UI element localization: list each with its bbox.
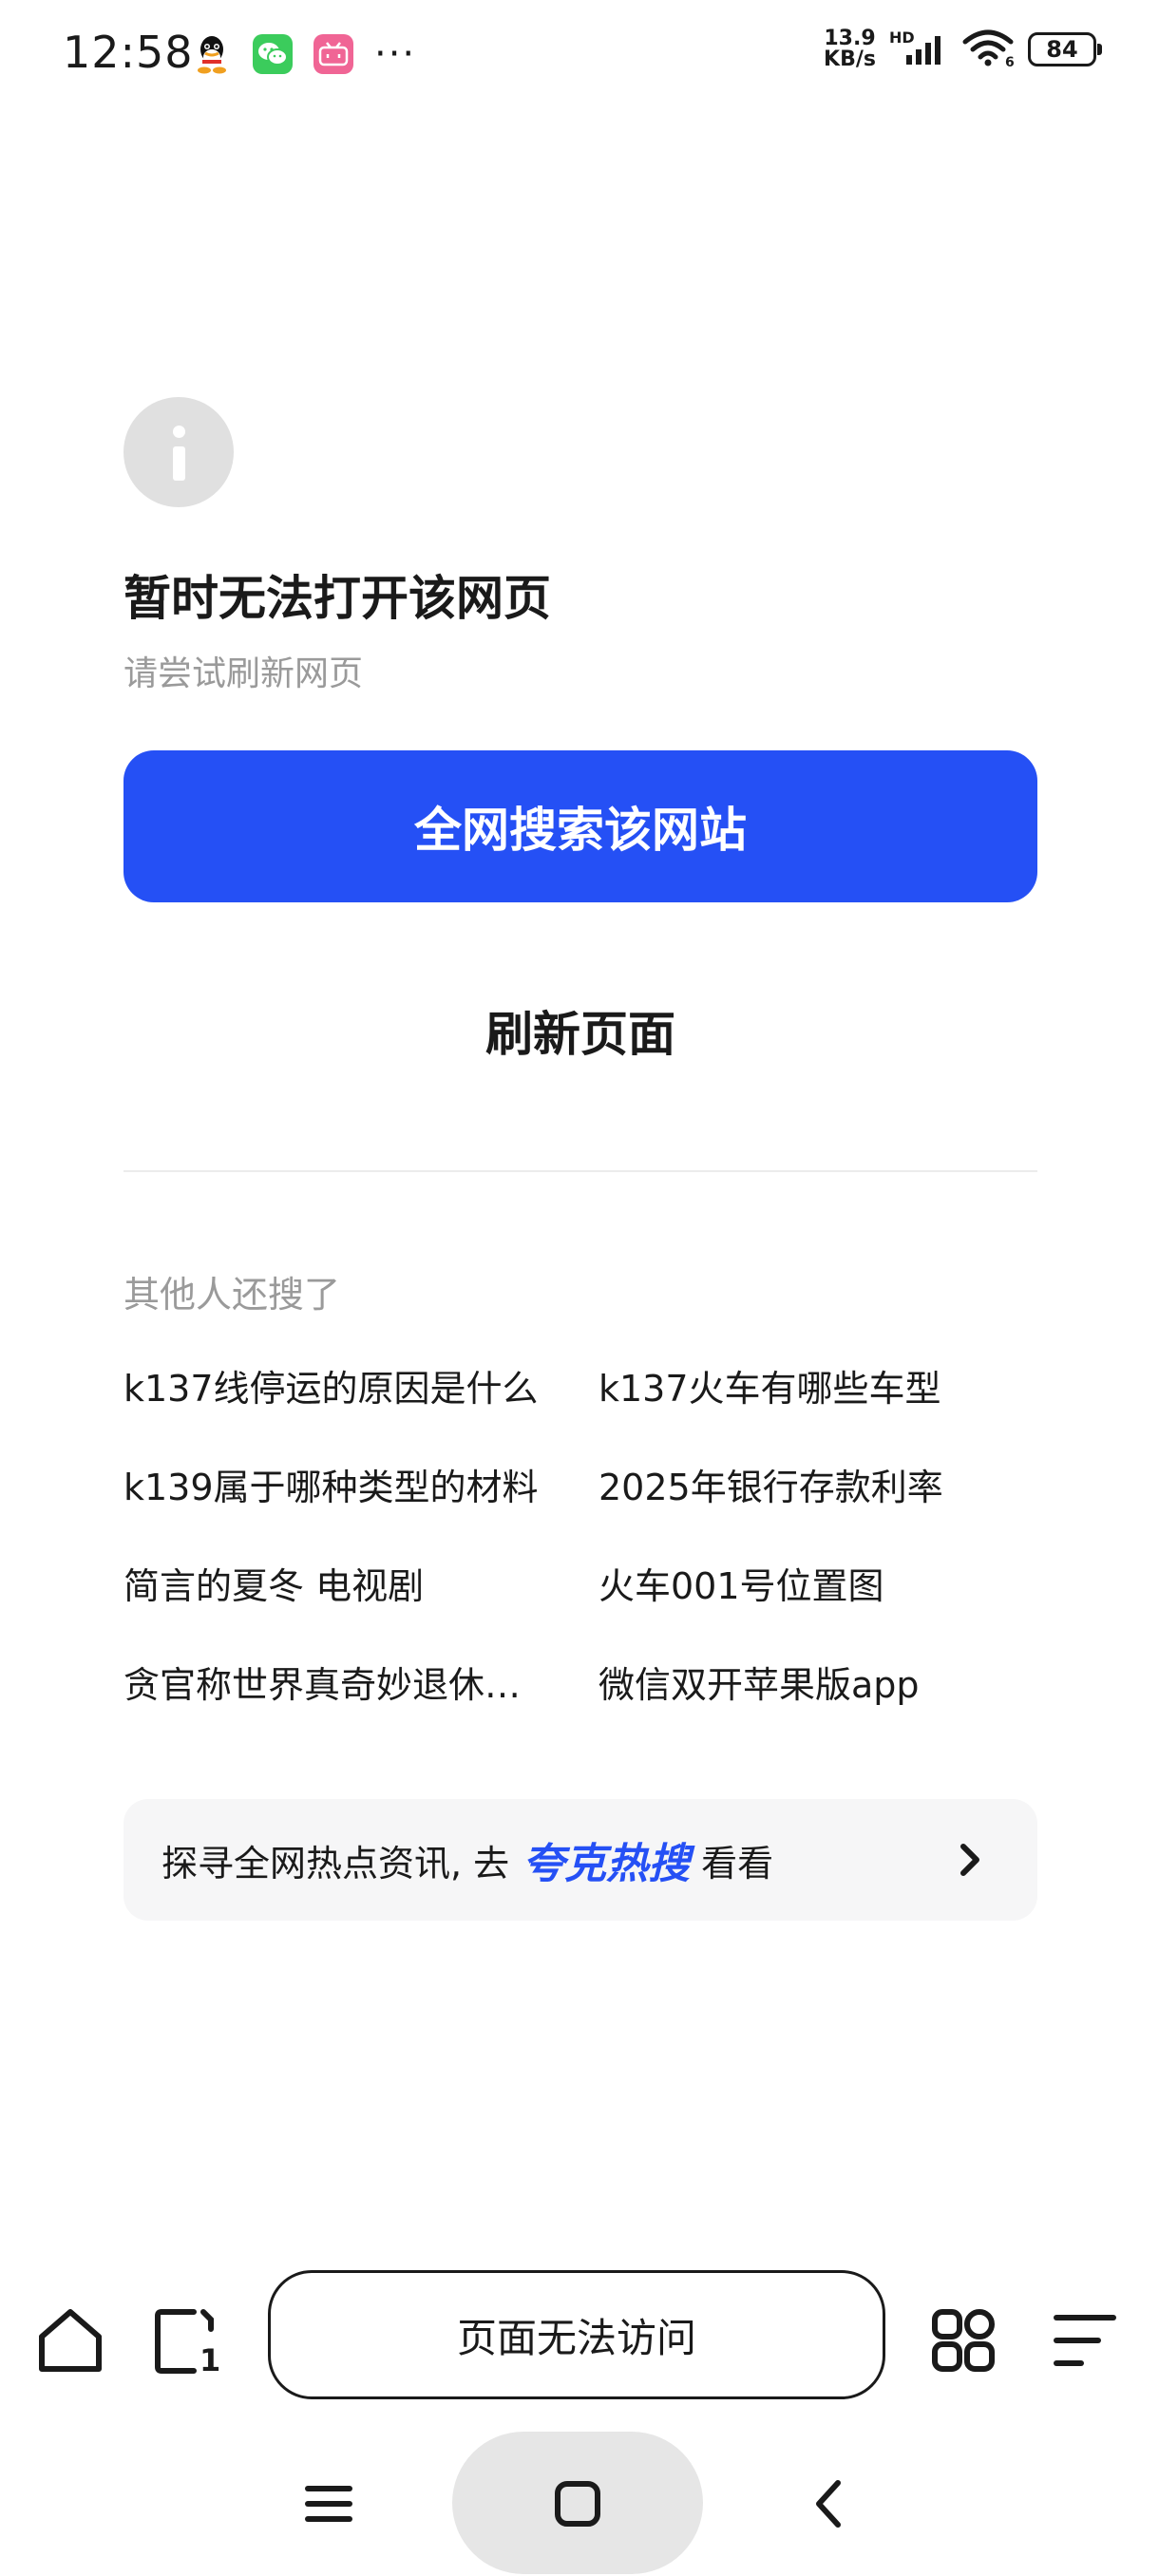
home-icon[interactable] [34, 2304, 106, 2377]
recent-apps-icon[interactable] [300, 2475, 357, 2532]
related-search-item[interactable]: k137火车有哪些车型 [598, 1360, 1037, 1459]
related-search-item[interactable]: 贪官称世界真奇妙退休… [124, 1657, 598, 1755]
address-bar[interactable]: 页面无法访问 [268, 2270, 885, 2399]
related-search-item[interactable]: 微信双开苹果版app [598, 1657, 1037, 1755]
network-speed: 13.9 KB/s [824, 28, 876, 70]
status-right: 13.9 KB/s HD 6 84 [824, 28, 1102, 70]
error-title: 暂时无法打开该网页 [124, 571, 551, 626]
tab-count: 1 [200, 2342, 220, 2377]
wechat-icon [253, 34, 293, 74]
network-speed-unit: KB/s [824, 47, 876, 71]
related-search-item[interactable]: 简言的夏冬 电视剧 [124, 1558, 598, 1657]
tabs-icon[interactable]: 1 [150, 2304, 222, 2378]
related-searches-list: k137线停运的原因是什么 k137火车有哪些车型 k139属于哪种类型的材料 … [124, 1360, 1037, 1755]
signal-icon: HD [889, 28, 948, 68]
hot-search-banner[interactable]: 探寻全网热点资讯, 去 夸克热搜 看看 [124, 1799, 1037, 1921]
more-notifications-icon: ··· [374, 32, 417, 76]
chevron-right-icon [946, 1837, 992, 1883]
info-icon [124, 397, 234, 507]
notification-icons: ··· [192, 34, 416, 74]
error-subtitle: 请尝试刷新网页 [124, 654, 364, 693]
bilibili-icon [314, 34, 353, 74]
search-site-button[interactable]: 全网搜索该网站 [124, 750, 1037, 902]
menu-icon[interactable] [1049, 2304, 1121, 2377]
status-bar: 12:58 ··· 13.9 KB/s HD 6 84 [0, 0, 1159, 112]
related-search-item[interactable]: k137线停运的原因是什么 [124, 1360, 598, 1459]
browser-page: 12:58 ··· 13.9 KB/s HD 6 84 暂时无法打开该网页 请尝… [0, 0, 1159, 2576]
system-nav-bar [0, 2432, 1159, 2576]
browser-toolbar: 1 页面无法访问 [0, 2270, 1159, 2407]
home-square-icon [549, 2475, 606, 2532]
refresh-page-button[interactable]: 刷新页面 [124, 988, 1037, 1073]
status-time: 12:58 [63, 27, 194, 78]
related-search-item[interactable]: k139属于哪种类型的材料 [124, 1459, 598, 1558]
hot-banner-prefix: 探寻全网热点资讯, 去 [162, 1842, 510, 1885]
network-speed-value: 13.9 [824, 27, 876, 50]
svg-text:6: 6 [1005, 55, 1015, 66]
hot-banner-suffix: 看看 [701, 1842, 774, 1885]
battery-indicator: 84 [1028, 32, 1102, 66]
apps-grid-icon[interactable] [927, 2304, 999, 2377]
back-icon[interactable] [802, 2475, 859, 2532]
related-searches-title: 其他人还搜了 [124, 1274, 341, 1316]
related-search-item[interactable]: 火车001号位置图 [598, 1558, 1037, 1657]
related-search-item[interactable]: 2025年银行存款利率 [598, 1459, 1037, 1558]
wifi-icon: 6 [961, 28, 1015, 70]
divider [124, 1170, 1037, 1172]
qq-icon [192, 34, 232, 74]
hot-banner-brand: 夸克热搜 [522, 1840, 691, 1888]
